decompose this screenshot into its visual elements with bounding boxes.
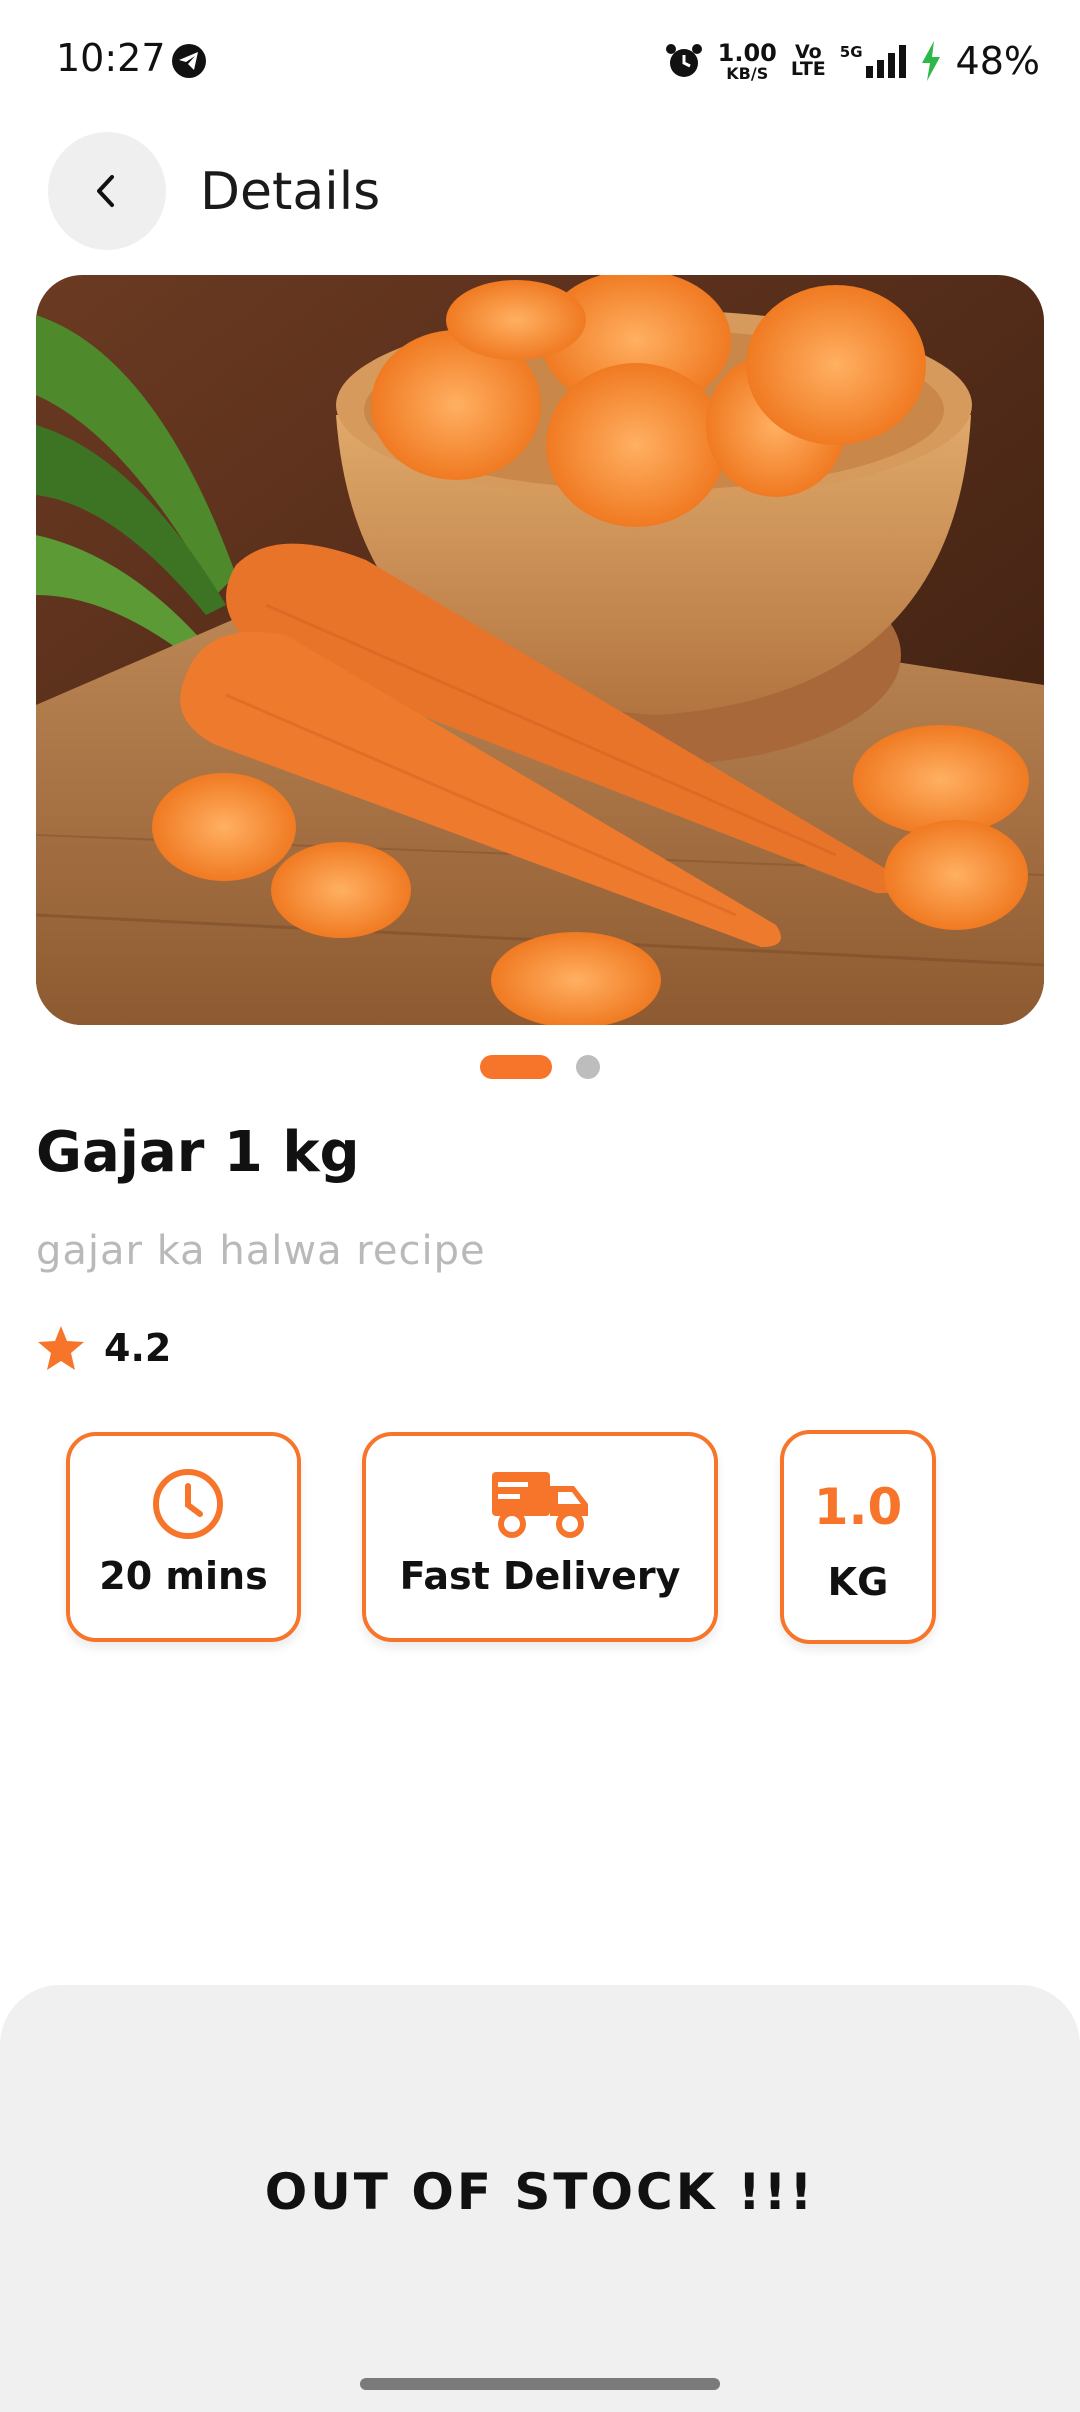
quantity-chip: 1.0 KG [780,1430,936,1644]
status-bar: 10:27 1.00 KB/S Vo LTE 5G 48% [0,0,1080,120]
back-button[interactable] [48,132,166,250]
quantity-value: 1.0 [813,1478,903,1536]
clock-icon [153,1469,223,1539]
carrots-photo [36,275,1044,1025]
delivery-time-label: 20 mins [99,1554,268,1598]
star-icon [38,1326,84,1370]
product-image[interactable] [36,275,1044,1025]
fast-delivery-label: Fast Delivery [399,1554,681,1598]
rating-value: 4.2 [104,1326,172,1370]
volte-indicator: Vo LTE [790,41,826,80]
product-rating: 4.2 [36,1322,171,1374]
status-time: 10:27 [56,36,166,80]
battery-level: 48% [955,39,1040,83]
gesture-home-bar[interactable] [360,2378,720,2390]
carousel-dot[interactable] [576,1055,600,1079]
net-speed: 1.00 KB/S [717,38,777,83]
telegram-icon [172,44,206,78]
carousel-indicator [0,1055,1080,1079]
status-right: 1.00 KB/S Vo LTE 5G 48% [664,38,1040,84]
carousel-dot-active[interactable] [480,1055,552,1079]
product-subtitle: gajar ka halwa recipe [36,1228,486,1274]
fast-delivery-chip: Fast Delivery [362,1432,718,1642]
out-of-stock-label: OUT OF STOCK !!! [264,2163,816,2221]
truck-icon [492,1472,588,1538]
charging-icon [921,41,940,81]
chevron-left-icon [97,175,114,207]
signal-icon: 5G [840,44,906,78]
quantity-unit: KG [827,1560,889,1604]
product-name: Gajar 1 kg [36,1120,360,1185]
delivery-time-chip: 20 mins [66,1432,301,1642]
alarm-icon [665,44,702,77]
stock-status-panel: OUT OF STOCK !!! [0,1985,1080,2412]
page-title: Details [200,162,381,222]
